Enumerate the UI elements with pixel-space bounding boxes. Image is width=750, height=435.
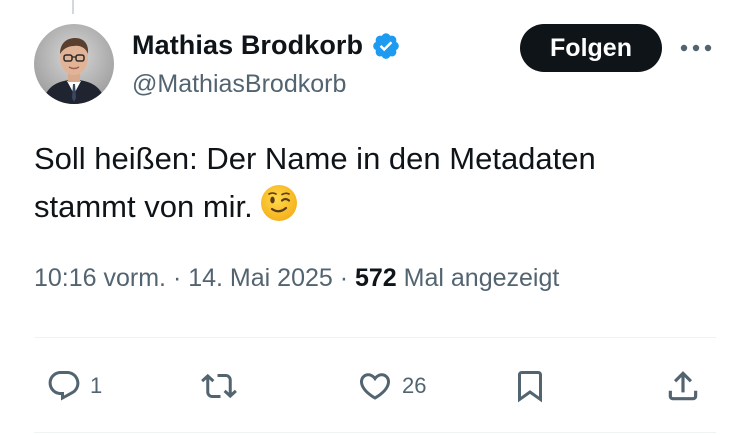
meta-separator: · (332, 264, 355, 292)
views-count: 572 (355, 264, 397, 292)
tweet-date[interactable]: 14. Mai 2025 (188, 264, 333, 292)
verified-badge-icon[interactable] (371, 31, 401, 61)
tweet-text: Soll heißen: Der Name in den Metadaten s… (34, 135, 714, 237)
bookmark-button[interactable] (512, 366, 548, 406)
thread-connector-line (72, 0, 74, 14)
like-count: 26 (402, 373, 427, 398)
more-options-button[interactable] (676, 30, 716, 66)
author-display-name[interactable]: Mathias Brodkorb (132, 30, 363, 61)
tweet-text-line-2: stammt von mir. (34, 183, 714, 237)
views-label: Mal angezeigt (396, 264, 560, 292)
repost-button[interactable] (199, 366, 247, 406)
repost-icon (201, 373, 237, 399)
reply-icon (48, 371, 80, 401)
share-button[interactable] (664, 366, 702, 406)
more-dots-icon (680, 44, 712, 52)
actions-divider-bottom (34, 432, 716, 433)
avatar-image (34, 24, 114, 104)
meta-separator: · (166, 264, 189, 292)
avatar[interactable] (34, 24, 114, 104)
bookmark-icon (518, 371, 542, 403)
tweet-time[interactable]: 10:16 vorm. (34, 264, 166, 292)
author-name-row: Mathias Brodkorb (132, 30, 401, 61)
author-handle[interactable]: @MathiasBrodkorb (132, 70, 346, 99)
winking-face-emoji-icon (259, 183, 299, 237)
tweet-text-line-2-content: stammt von mir. (34, 189, 253, 224)
follow-button[interactable]: Folgen (520, 24, 662, 72)
like-button[interactable]: 26 (356, 366, 426, 406)
heart-icon (359, 373, 391, 400)
reply-count: 1 (90, 373, 103, 398)
share-icon (668, 371, 698, 401)
tweet-text-line-1: Soll heißen: Der Name in den Metadaten (34, 141, 596, 176)
actions-divider-top (34, 337, 716, 338)
tweet-meta: 10:16 vorm. · 14. Mai 2025 · 572 Mal ang… (34, 264, 559, 293)
reply-button[interactable]: 1 (46, 366, 102, 406)
